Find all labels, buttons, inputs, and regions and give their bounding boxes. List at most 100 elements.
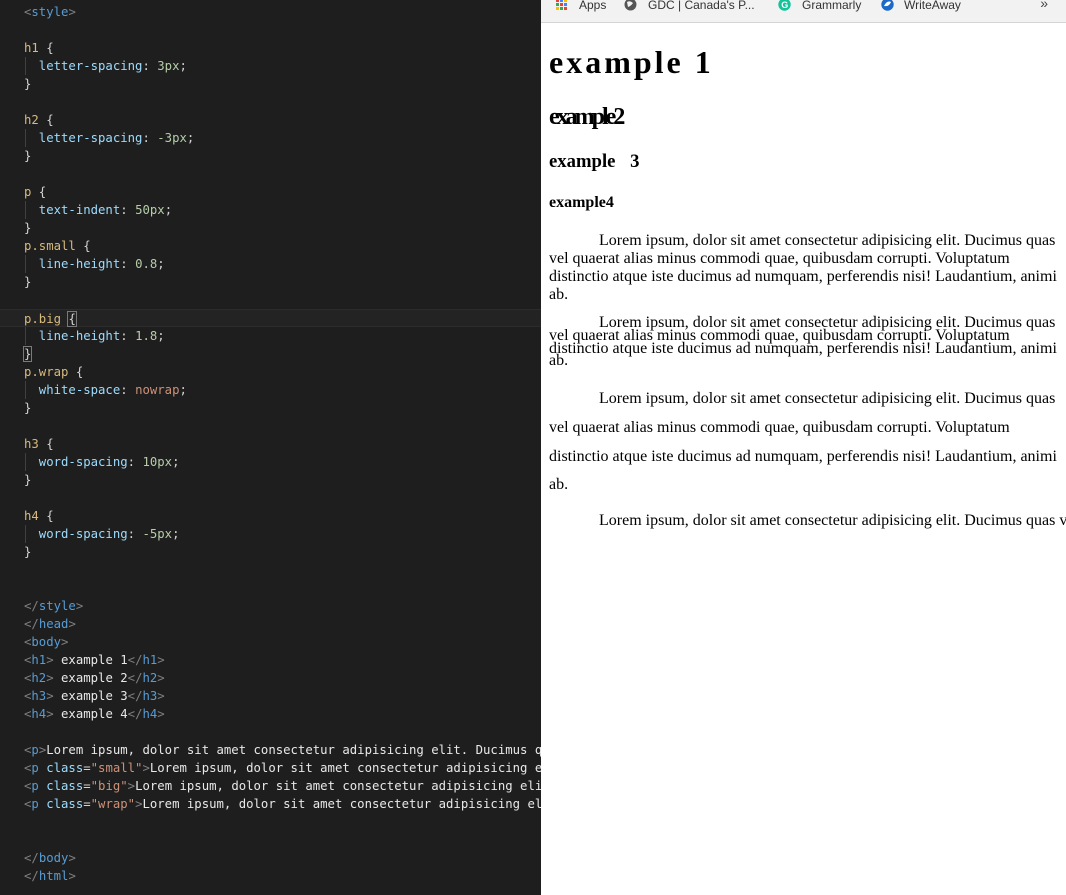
code-token: word-spacing bbox=[24, 527, 128, 541]
code-token: { bbox=[38, 509, 54, 523]
heading-example-1: example 1 bbox=[549, 44, 714, 80]
code-line[interactable]: <p class="small">Lorem ipsum, dolor sit … bbox=[0, 759, 541, 777]
bookmark-apps[interactable]: Apps bbox=[555, 0, 606, 14]
code-line[interactable] bbox=[0, 723, 541, 741]
code-line[interactable]: <style> bbox=[0, 3, 541, 21]
writeaway-icon bbox=[881, 0, 894, 11]
code-text: } bbox=[24, 273, 31, 291]
code-token: > bbox=[157, 653, 165, 667]
code-line[interactable]: h3 { bbox=[0, 435, 541, 453]
code-token: } bbox=[24, 77, 32, 91]
code-line[interactable]: <p>Lorem ipsum, dolor sit amet consectet… bbox=[0, 741, 541, 759]
code-line[interactable]: </style> bbox=[0, 597, 541, 615]
code-token: example 3 bbox=[53, 689, 128, 703]
code-text: </body> bbox=[24, 849, 76, 867]
code-line[interactable]: <p class="big">Lorem ipsum, dolor sit am… bbox=[0, 777, 541, 795]
code-token: Lorem ipsum, dolor sit amet consectetur … bbox=[142, 797, 541, 811]
code-token: p.small bbox=[24, 239, 76, 253]
code-line[interactable]: <h1> example 1</h1> bbox=[0, 651, 541, 669]
code-line[interactable]: h4 { bbox=[0, 507, 541, 525]
code-token: head bbox=[38, 617, 69, 631]
code-token: : bbox=[120, 257, 136, 271]
code-token: > bbox=[68, 869, 76, 883]
code-line[interactable] bbox=[0, 831, 541, 849]
code-line[interactable] bbox=[0, 93, 541, 111]
bookmark-gdc[interactable]: GDC | Canada's P... bbox=[624, 0, 755, 14]
code-line[interactable]: white-space: nowrap; bbox=[0, 381, 541, 399]
code-line[interactable]: } bbox=[0, 273, 541, 291]
code-line[interactable]: } bbox=[0, 147, 541, 165]
code-line[interactable]: <h2> example 2</h2> bbox=[0, 669, 541, 687]
paragraph-small: Lorem ipsum, dolor sit amet consectetur … bbox=[549, 314, 1057, 370]
code-line[interactable]: <body> bbox=[0, 633, 541, 651]
heading-example-4: example4 bbox=[549, 194, 614, 211]
code-line[interactable]: letter-spacing: 3px; bbox=[0, 57, 541, 75]
code-token: : bbox=[120, 383, 136, 397]
code-line[interactable] bbox=[0, 561, 541, 579]
code-token: : bbox=[142, 131, 158, 145]
code-line[interactable]: </html> bbox=[0, 867, 541, 885]
code-line[interactable]: } bbox=[0, 471, 541, 489]
grammarly-icon: G bbox=[778, 0, 791, 11]
code-line[interactable]: h1 { bbox=[0, 39, 541, 57]
code-line[interactable]: letter-spacing: -3px; bbox=[0, 129, 541, 147]
code-line[interactable]: line-height: 0.8; bbox=[0, 255, 541, 273]
code-token: { bbox=[75, 239, 91, 253]
bookmark-apps-label: Apps bbox=[579, 0, 607, 12]
code-line[interactable]: <p class="wrap">Lorem ipsum, dolor sit a… bbox=[0, 795, 541, 813]
code-token: ; bbox=[179, 383, 187, 397]
code-token: word-spacing bbox=[24, 455, 128, 469]
code-line[interactable]: text-indent: 50px; bbox=[0, 201, 541, 219]
code-line[interactable]: p.small { bbox=[0, 237, 541, 255]
code-line[interactable] bbox=[0, 579, 541, 597]
code-token: ; bbox=[157, 257, 165, 271]
code-line[interactable] bbox=[0, 165, 541, 183]
code-line[interactable] bbox=[0, 813, 541, 831]
bookmark-grammarly[interactable]: G Grammarly bbox=[778, 0, 861, 14]
bookmark-writeaway[interactable]: WriteAway bbox=[881, 0, 961, 14]
code-token: text-indent bbox=[24, 203, 121, 217]
code-line[interactable]: } bbox=[0, 399, 541, 417]
code-token: } bbox=[22, 346, 33, 362]
code-editor[interactable]: <style> h1 { letter-spacing: 3px;} h2 { le… bbox=[0, 0, 541, 895]
code-line[interactable]: line-height: 1.8; bbox=[0, 327, 541, 345]
code-token: ; bbox=[172, 527, 180, 541]
code-line[interactable]: } bbox=[0, 219, 541, 237]
code-text: p.small { bbox=[24, 237, 91, 255]
code-token: p bbox=[31, 743, 39, 757]
code-line[interactable]: p { bbox=[0, 183, 541, 201]
code-token: example 1 bbox=[53, 653, 128, 667]
code-text: <h3> example 3</h3> bbox=[24, 687, 165, 705]
code-text: p.wrap { bbox=[24, 363, 83, 381]
code-line[interactable] bbox=[0, 291, 541, 309]
code-line[interactable] bbox=[0, 489, 541, 507]
code-line[interactable]: word-spacing: -5px; bbox=[0, 525, 541, 543]
code-line[interactable]: p.wrap { bbox=[0, 363, 541, 381]
code-line[interactable]: </body> bbox=[0, 849, 541, 867]
code-line[interactable]: <h3> example 3</h3> bbox=[0, 687, 541, 705]
code-line[interactable]: word-spacing: 10px; bbox=[0, 453, 541, 471]
heading-example-2: example2 bbox=[549, 104, 625, 130]
code-line[interactable]: </head> bbox=[0, 615, 541, 633]
code-token: h2 bbox=[31, 671, 47, 685]
code-token: } bbox=[24, 473, 32, 487]
code-token: body bbox=[38, 851, 69, 865]
code-text: <h4> example 4</h4> bbox=[24, 705, 165, 723]
code-line[interactable] bbox=[0, 21, 541, 39]
code-line[interactable]: } bbox=[0, 345, 541, 363]
code-token: 10px bbox=[142, 455, 173, 469]
code-line[interactable]: } bbox=[0, 543, 541, 561]
code-text: </head> bbox=[24, 615, 76, 633]
code-text: } bbox=[24, 471, 31, 489]
code-line[interactable]: h2 { bbox=[0, 111, 541, 129]
code-token: 0.8 bbox=[135, 257, 158, 271]
bookmarks-overflow-icon[interactable]: » bbox=[1040, 0, 1048, 11]
code-line[interactable]: <h4> example 4</h4> bbox=[0, 705, 541, 723]
code-token: 3px bbox=[157, 59, 180, 73]
code-line[interactable]: } bbox=[0, 75, 541, 93]
code-line[interactable]: p.big { bbox=[0, 309, 541, 327]
code-token: "wrap" bbox=[90, 797, 136, 811]
code-token: "small" bbox=[90, 761, 143, 775]
code-text: h3 { bbox=[24, 435, 54, 453]
code-line[interactable] bbox=[0, 417, 541, 435]
